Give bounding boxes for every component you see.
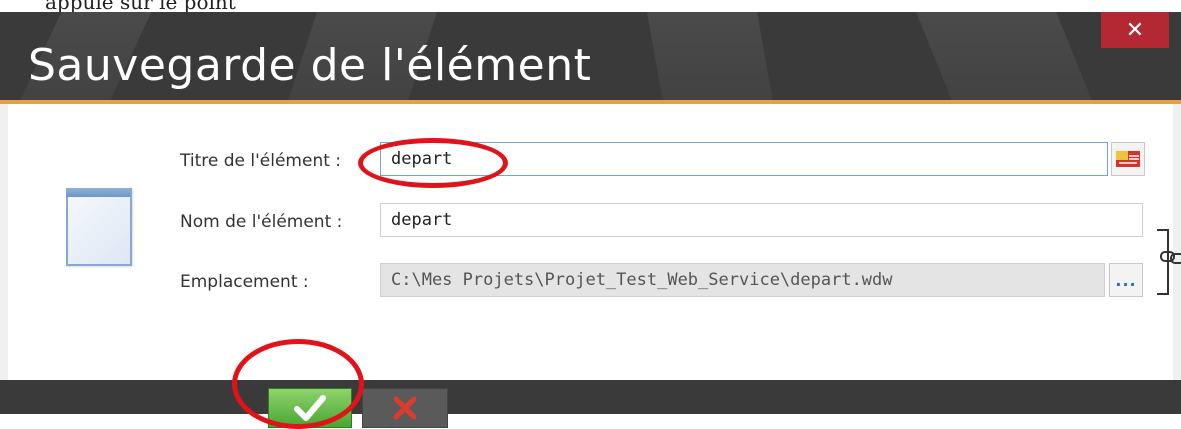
titre-input[interactable]: depart — [380, 142, 1108, 176]
cropped-caption: appuie sur le point — [45, 0, 236, 12]
emplacement-value: C:\Mes Projets\Projet_Test_Web_Service\d… — [391, 270, 893, 290]
chain-link-icon[interactable] — [1158, 247, 1181, 267]
window-document-icon — [66, 188, 132, 266]
save-element-dialog: Sauvegarde de l'élément ✕ Titre de l'élé… — [0, 12, 1181, 429]
titlebar-light-ray — [900, 12, 1129, 100]
cropped-top-text: appuie sur le point — [0, 0, 1181, 12]
translate-button[interactable] — [1111, 142, 1145, 176]
checkmark-icon — [294, 395, 326, 421]
close-button[interactable]: ✕ — [1101, 12, 1169, 48]
emplacement-label: Emplacement : — [180, 272, 309, 292]
cross-icon — [393, 396, 417, 420]
browse-dots: ... — [1115, 270, 1137, 290]
translate-flag-icon — [1116, 151, 1140, 167]
titre-label: Titre de l'élément : — [180, 151, 342, 171]
titlebar-light-ray — [640, 12, 789, 100]
ok-button[interactable] — [268, 388, 352, 428]
dialog-footer — [0, 380, 1181, 428]
titlebar: Sauvegarde de l'élément ✕ — [0, 12, 1181, 100]
nom-input[interactable]: depart — [380, 203, 1143, 237]
dialog-content: Titre de l'élément : depart Nom de l'élé… — [8, 104, 1181, 380]
dialog-title: Sauvegarde de l'élément — [28, 40, 592, 91]
close-icon: ✕ — [1125, 17, 1145, 43]
nom-label: Nom de l'élément : — [180, 212, 343, 232]
browse-button[interactable]: ... — [1109, 263, 1143, 297]
emplacement-input[interactable]: C:\Mes Projets\Projet_Test_Web_Service\d… — [380, 263, 1105, 297]
nom-value: depart — [391, 210, 453, 230]
cancel-button[interactable] — [362, 388, 448, 428]
titre-value: depart — [391, 149, 453, 169]
